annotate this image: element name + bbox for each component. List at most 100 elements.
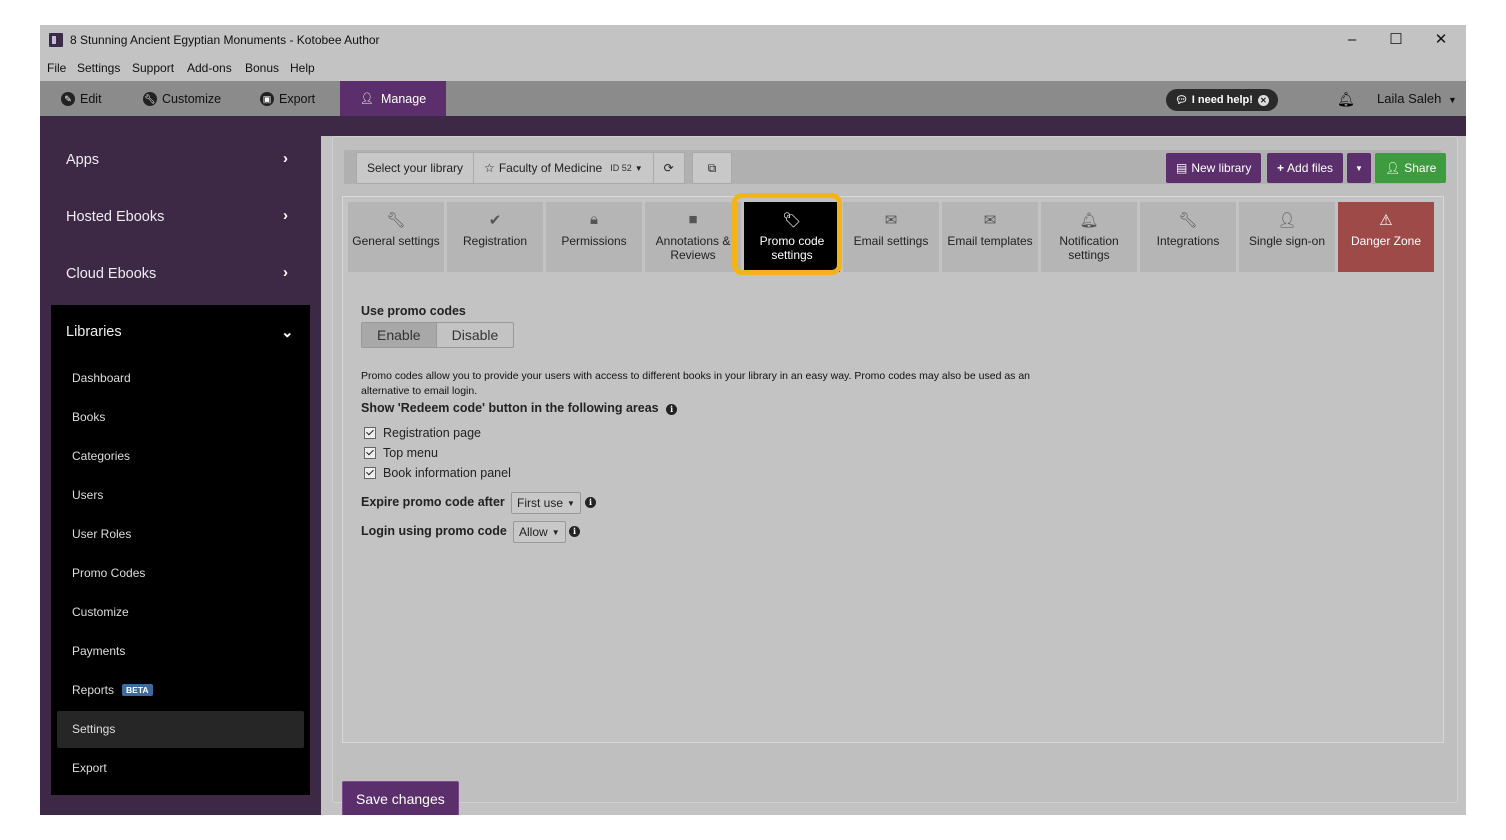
add-files-button[interactable]: + Add files: [1267, 153, 1344, 183]
tab-label: Danger Zone: [1350, 234, 1422, 248]
bell-icon[interactable]: 🔔︎: [1337, 91, 1355, 108]
plus-icon: +: [1277, 161, 1285, 175]
sidebar-subitem-label: Payments: [72, 644, 126, 658]
checkbox[interactable]: [364, 447, 376, 459]
wrench-icon: 🔧︎: [386, 212, 406, 229]
sidebar-subitem-payments[interactable]: Payments: [57, 633, 304, 670]
close-button[interactable]: ✕: [1421, 29, 1461, 51]
tab-manage[interactable]: 👤︎ Manage: [340, 81, 447, 116]
sidebar-subitem-label: Promo Codes: [72, 566, 146, 580]
sidebar-subitem-categories[interactable]: Categories: [57, 438, 304, 475]
menu-addons[interactable]: Add-ons: [187, 61, 232, 75]
caret-down-icon: ▼: [551, 527, 560, 537]
help-label: I need help!: [1191, 94, 1253, 106]
sidebar-item-libraries[interactable]: Libraries: [66, 324, 122, 340]
list-icon: ▤: [1176, 161, 1188, 175]
tab-edit-label: Edit: [80, 91, 102, 106]
wrench-icon: 🔧︎: [143, 91, 157, 106]
sidebar-subitem-label: Settings: [72, 722, 116, 736]
new-library-button[interactable]: ▤ New library: [1166, 153, 1262, 183]
promo-description: Promo codes allow you to provide your us…: [361, 370, 1031, 397]
sidebar-item-hosted-ebooks[interactable]: Hosted Ebooks ›: [40, 193, 310, 245]
info-icon[interactable]: i: [569, 526, 580, 537]
tab-customize-label: Customize: [162, 91, 222, 106]
menu-help[interactable]: Help: [290, 61, 315, 75]
menu-settings[interactable]: Settings: [77, 61, 120, 75]
menu-file[interactable]: File: [47, 61, 66, 75]
sidebar-subitem-label: Books: [72, 410, 106, 424]
disable-button[interactable]: Disable: [437, 323, 514, 347]
tab-label: Promo code settings: [759, 234, 825, 262]
tag-icon: 🏷︎: [782, 212, 802, 229]
checkbox-book-info-panel[interactable]: Book information panel: [364, 466, 511, 480]
user-plus-icon: 👤︎: [1385, 161, 1401, 175]
share-button[interactable]: 👤︎ Share: [1375, 153, 1447, 183]
tab-label: Integrations: [1156, 234, 1220, 248]
sidebar-subitem-promo-codes[interactable]: Promo Codes: [57, 555, 304, 592]
login-select[interactable]: Allow ▼: [513, 521, 566, 543]
enable-button[interactable]: Enable: [362, 323, 437, 347]
close-circle-icon: ✕: [1257, 94, 1269, 106]
sidebar-item-cloud-ebooks[interactable]: Cloud Ebooks ›: [40, 250, 310, 302]
new-library-label: New library: [1191, 161, 1252, 175]
sidebar-subitem-label: User Roles: [72, 527, 132, 541]
sidebar-subitem-label: Customize: [72, 605, 129, 619]
caret-down-icon: ▼: [1355, 163, 1363, 173]
tab-general-settings[interactable]: 🔧︎ General settings: [348, 202, 444, 272]
header-strip: [40, 116, 1466, 136]
tab-danger-zone[interactable]: ⚠ Danger Zone: [1338, 202, 1434, 272]
chevron-down-icon[interactable]: ⌄: [281, 323, 294, 341]
help-button[interactable]: 💬︎ I need help! ✕: [1166, 89, 1278, 111]
lock-icon: 🔒︎: [590, 211, 598, 228]
maximize-button[interactable]: ☐: [1376, 29, 1416, 51]
checkbox-top-menu[interactable]: Top menu: [364, 446, 438, 460]
expire-select[interactable]: First use ▼: [511, 492, 581, 514]
info-icon[interactable]: i: [666, 404, 678, 415]
sidebar-subitem-dashboard[interactable]: Dashboard: [57, 360, 304, 397]
add-files-dropdown-button[interactable]: ▼: [1347, 153, 1371, 183]
user-menu[interactable]: Laila Saleh ▼: [1377, 91, 1457, 106]
menu-bonus[interactable]: Bonus: [245, 61, 279, 75]
checkbox[interactable]: [364, 467, 376, 479]
tab-promo-code-settings[interactable]: 🏷︎ Promo code settings: [744, 202, 840, 272]
user-icon: 👤︎: [1277, 212, 1297, 229]
tab-notification-settings[interactable]: 🔔︎ Notification settings: [1041, 202, 1137, 272]
export-icon: ▣: [260, 91, 274, 106]
tab-annotations-reviews[interactable]: ■ Annotations & Reviews: [645, 202, 741, 272]
menu-support[interactable]: Support: [132, 61, 174, 75]
tab-customize[interactable]: 🔧︎ Customize: [143, 81, 221, 116]
open-external-button[interactable]: ⧉: [692, 152, 732, 184]
refresh-button[interactable]: ⟳: [654, 153, 684, 183]
tab-single-sign-on[interactable]: 👤︎ Single sign-on: [1239, 202, 1335, 272]
tab-label: General settings: [352, 234, 440, 248]
sidebar-subitem-customize[interactable]: Customize: [57, 594, 304, 631]
chevron-right-icon: ›: [283, 264, 288, 281]
tab-edit[interactable]: ✎ Edit: [61, 81, 102, 116]
sidebar-subitem-users[interactable]: Users: [57, 477, 304, 514]
tab-export[interactable]: ▣ Export: [260, 81, 315, 116]
tab-label: Registration: [462, 234, 528, 248]
tab-permissions[interactable]: 🔒︎ Permissions: [546, 202, 642, 272]
minimize-button[interactable]: –: [1332, 29, 1372, 51]
sidebar-subitem-label: Reports BETA: [72, 683, 153, 697]
tab-integrations[interactable]: 🔧︎ Integrations: [1140, 202, 1236, 272]
checkbox[interactable]: [364, 427, 376, 439]
info-icon[interactable]: i: [585, 497, 596, 508]
beta-badge: BETA: [122, 684, 153, 696]
sidebar-subitem-export[interactable]: Export: [57, 750, 304, 787]
tab-email-templates[interactable]: ✉ Email templates: [942, 202, 1038, 272]
tab-label: Email settings: [853, 234, 929, 248]
save-changes-button[interactable]: Save changes: [342, 781, 459, 815]
sidebar-subitem-settings[interactable]: Settings: [57, 711, 304, 748]
sidebar-subitem-reports[interactable]: Reports BETA: [57, 672, 304, 709]
sidebar-item-apps[interactable]: Apps ›: [40, 136, 310, 188]
library-dropdown[interactable]: ☆ Faculty of Medicine ID 52 ▼: [474, 153, 654, 183]
library-toolbar: Select your library ☆ Faculty of Medicin…: [344, 150, 1447, 184]
sidebar-subitem-user-roles[interactable]: User Roles: [57, 516, 304, 553]
checkbox-registration-page[interactable]: Registration page: [364, 426, 481, 440]
checkbox-label: Top menu: [383, 446, 438, 460]
refresh-icon: ⟳: [663, 161, 674, 175]
tab-email-settings[interactable]: ✉ Email settings: [843, 202, 939, 272]
tab-registration[interactable]: ✔ Registration: [447, 202, 543, 272]
sidebar-subitem-books[interactable]: Books: [57, 399, 304, 436]
